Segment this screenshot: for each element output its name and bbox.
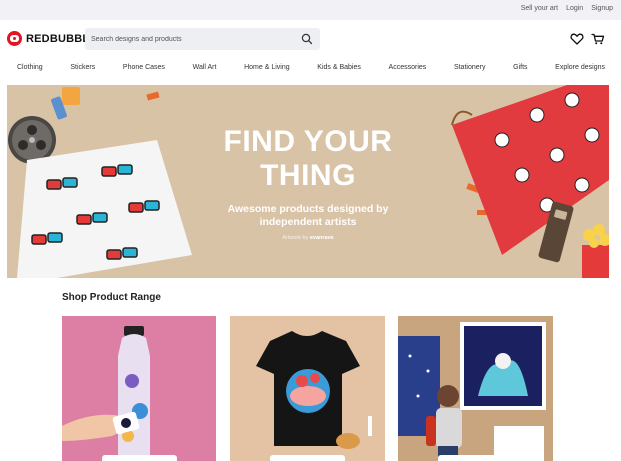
search-icon bbox=[301, 33, 313, 45]
cart-icon bbox=[591, 33, 605, 45]
drink-cup-illustration bbox=[51, 87, 80, 120]
search-input[interactable] bbox=[91, 33, 291, 45]
hero-subtitle: Awesome products designed by independent… bbox=[7, 203, 609, 229]
hero-title-line-2: THING bbox=[260, 159, 356, 192]
card-label-tab bbox=[102, 455, 177, 461]
login-link[interactable]: Login bbox=[566, 5, 583, 12]
card-label-tab bbox=[270, 455, 345, 461]
nav-item-stickers[interactable]: Stickers bbox=[70, 64, 95, 71]
favorites-button[interactable] bbox=[570, 32, 584, 46]
hero-title: FIND YOUR THING bbox=[7, 125, 609, 193]
section-title: Shop Product Range bbox=[62, 292, 161, 303]
nav-item-phone-cases[interactable]: Phone Cases bbox=[123, 64, 165, 71]
nav-item-explore-designs[interactable]: Explore designs bbox=[555, 64, 605, 71]
nav-item-wall-art[interactable]: Wall Art bbox=[193, 64, 217, 71]
redbubble-logo-icon bbox=[7, 31, 22, 46]
artwork-credit-artist[interactable]: evanrave bbox=[310, 235, 334, 241]
sell-your-art-link[interactable]: Sell your art bbox=[521, 5, 558, 12]
nav-item-clothing[interactable]: Clothing bbox=[17, 64, 43, 71]
product-card-wall-art[interactable] bbox=[398, 316, 553, 461]
nav-item-home-living[interactable]: Home & Living bbox=[244, 64, 290, 71]
popcorn-illustration bbox=[582, 224, 609, 278]
utility-bar: Sell your art Login Signup bbox=[0, 0, 621, 20]
utility-links: Sell your art Login Signup bbox=[521, 5, 613, 12]
art-prints-image bbox=[398, 322, 546, 461]
product-card-clothing[interactable] bbox=[230, 316, 385, 461]
search-button[interactable] bbox=[300, 32, 314, 46]
hero-subtitle-line-1: Awesome products designed by bbox=[227, 203, 389, 215]
hero-banner[interactable]: FIND YOUR THING Awesome products designe… bbox=[7, 85, 609, 278]
heart-icon bbox=[570, 33, 584, 45]
signup-link[interactable]: Signup bbox=[591, 5, 613, 12]
brand-logo[interactable]: REDBUBBLE bbox=[7, 31, 97, 46]
category-nav: Clothing Stickers Phone Cases Wall Art H… bbox=[0, 59, 621, 75]
cart-button[interactable] bbox=[591, 32, 605, 46]
nav-item-stationery[interactable]: Stationery bbox=[454, 64, 486, 71]
nav-item-kids-babies[interactable]: Kids & Babies bbox=[317, 64, 361, 71]
tshirt-image bbox=[256, 331, 372, 449]
card-label-tab bbox=[438, 455, 513, 461]
nav-item-gifts[interactable]: Gifts bbox=[513, 64, 527, 71]
hero-subtitle-line-2: independent artists bbox=[259, 216, 357, 228]
hero-title-line-1: FIND YOUR bbox=[223, 125, 393, 158]
artwork-credit: Artwork by evanrave bbox=[7, 235, 609, 241]
nav-item-accessories[interactable]: Accessories bbox=[389, 64, 427, 71]
artwork-credit-prefix: Artwork by bbox=[282, 235, 309, 241]
search-bar bbox=[85, 28, 320, 50]
site-header: REDBUBBLE bbox=[0, 20, 621, 58]
sticker-water-bottle-image bbox=[62, 326, 150, 461]
product-card-stickers[interactable] bbox=[62, 316, 216, 461]
